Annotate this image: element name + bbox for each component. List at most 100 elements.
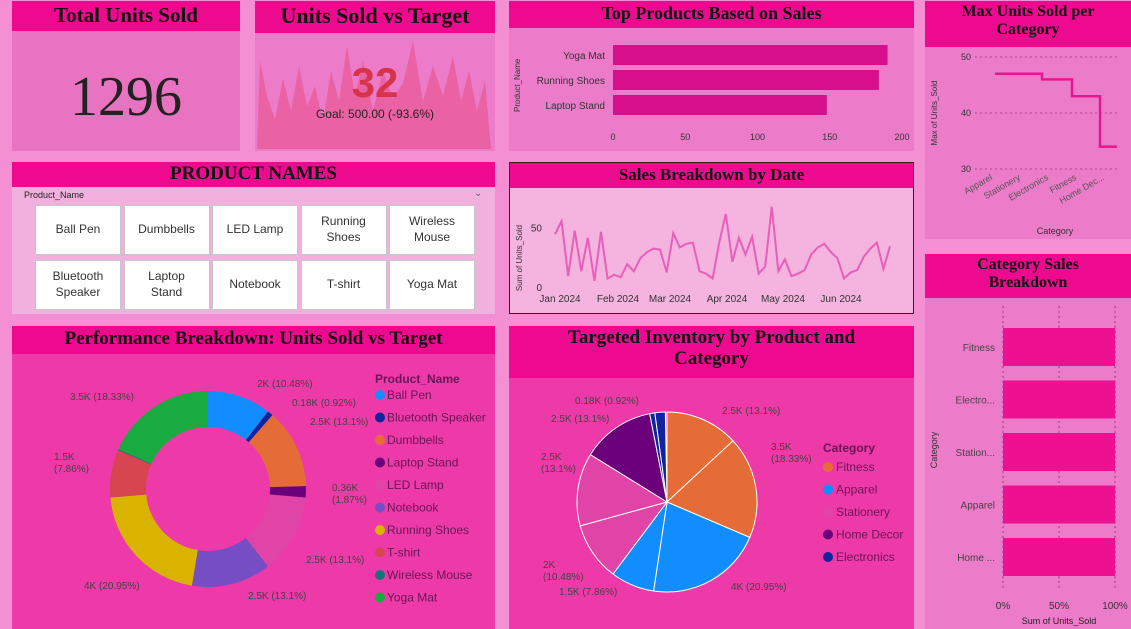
x-axis-label: Category	[1037, 226, 1074, 236]
x-tick-label: Apr 2024	[707, 294, 748, 305]
legend-item[interactable]: LED Lamp	[387, 478, 444, 492]
legend-marker	[823, 484, 833, 495]
y-axis-label: Max of Units_Sold	[930, 81, 939, 146]
legend-title: Product_Name	[375, 372, 460, 386]
bar[interactable]	[1003, 328, 1115, 366]
legend-marker	[375, 457, 385, 468]
gauge-goal: Goal: 500.00 (-93.6%)	[315, 107, 435, 121]
slicer-item[interactable]: Wireless Mouse	[389, 205, 475, 255]
slicer-item[interactable]: T-shirt	[300, 260, 387, 310]
slicer-item[interactable]: Dumbbells	[123, 205, 210, 255]
bar-category-label: Laptop Stand	[546, 101, 606, 112]
legend-item[interactable]: Dumbbells	[387, 433, 444, 447]
legend-item[interactable]: Wireless Mouse	[387, 568, 473, 582]
y-tick-label: 30	[961, 164, 971, 174]
inventory-pie-chart: 2.5K (13.1%) 3.5K(18.33%) 4K (20.95%) 1.5K …	[541, 396, 903, 598]
legend-marker	[823, 507, 833, 517]
data-label: 2K (10.48%)	[257, 379, 313, 390]
x-axis-label: Sum of Units_Sold	[1022, 616, 1097, 626]
legend-item[interactable]: Notebook	[387, 501, 439, 515]
bar[interactable]	[1003, 538, 1115, 576]
slicer-field-label: Product_Name	[24, 190, 85, 200]
sales-line[interactable]	[554, 206, 891, 281]
bar[interactable]	[1003, 485, 1115, 524]
y-tick-label: 50	[961, 52, 971, 62]
performance-title: Performance Breakdown: Units Sold vs Tar…	[12, 326, 495, 354]
slicer-item[interactable]: Running Shoes	[300, 205, 387, 255]
data-label: (7.86%)	[54, 464, 89, 475]
gauge-card: Units Sold vs Target 32 Goal: 500.00 (-9…	[255, 1, 495, 151]
data-label: 3.5K	[771, 442, 792, 453]
y-axis-label: Sum of Units_Sold	[515, 225, 524, 291]
top-products-chart: Yoga Mat Running Shoes Laptop Stand 0 50 100 1…	[513, 45, 910, 142]
slicer-item[interactable]: Bluetooth Speaker	[35, 260, 121, 310]
legend-title: Category	[823, 441, 875, 455]
top-products-title: Top Products Based on Sales	[509, 1, 914, 28]
legend-item[interactable]: Laptop Stand	[387, 456, 458, 470]
inventory-title: Targeted Inventory by Product and Catego…	[509, 326, 914, 378]
x-tick-label: 100	[750, 132, 765, 142]
total-units-value: 1296	[70, 66, 182, 128]
data-label: 1.5K	[54, 452, 75, 463]
max-units-card: Max Units Sold per Category 50 40 30 Appare…	[925, 1, 1131, 239]
top-products-card: Top Products Based on Sales Yoga Mat Runn…	[509, 1, 914, 151]
bar[interactable]	[613, 70, 879, 90]
bar-category-label: Home ...	[957, 553, 995, 564]
x-tick-label: Mar 2024	[649, 294, 692, 305]
data-label: 1.5K (7.86%)	[559, 587, 617, 598]
legend-marker	[375, 547, 385, 558]
data-label: 2.5K (13.1%)	[306, 555, 364, 566]
legend-marker	[823, 529, 833, 540]
legend-marker	[375, 525, 385, 535]
bar-category-label: Running Shoes	[537, 76, 605, 87]
slicer-item[interactable]: Laptop Stand	[123, 260, 210, 310]
slicer-item[interactable]: Ball Pen	[35, 205, 121, 255]
chevron-down-icon[interactable]: ⌄	[474, 188, 482, 199]
legend-item[interactable]: Electronics	[836, 550, 895, 564]
data-label: (10.48%)	[543, 572, 584, 583]
y-tick-label: 0	[536, 283, 542, 294]
data-label: (18.33%)	[771, 454, 812, 465]
bar-category-label: Fitness	[963, 343, 995, 354]
legend-marker	[375, 592, 385, 603]
legend-item[interactable]: T-shirt	[387, 546, 421, 560]
performance-donut-chart: 2K (10.48%) 0.18K (0.92%) 2.5K (13.1%) 0.36…	[54, 372, 486, 605]
legend-marker	[375, 390, 385, 400]
legend-item[interactable]: Stationery	[836, 505, 890, 519]
x-tick-label: Feb 2024	[597, 294, 640, 305]
slicer-item[interactable]: LED Lamp	[212, 205, 298, 255]
x-tick-label: 0	[610, 132, 615, 142]
total-units-title: Total Units Sold	[12, 1, 240, 31]
data-label: 2.5K	[541, 452, 562, 463]
sales-line-chart: 50 0Jan 2024 Feb 2024 Mar 2024 Apr 2024 May 2…	[515, 206, 891, 305]
slicer-item[interactable]: Yoga Mat	[389, 260, 475, 310]
legend-item[interactable]: Ball Pen	[387, 388, 432, 402]
legend-marker	[375, 570, 385, 580]
legend-item[interactable]: Running Shoes	[387, 523, 469, 537]
donut-slice[interactable]	[110, 494, 198, 586]
bar-category-label: Apparel	[961, 501, 995, 512]
data-label: 4K (20.95%)	[84, 581, 140, 592]
y-tick-label: 50	[531, 223, 543, 234]
data-label: 0.18K (0.92%)	[575, 396, 639, 407]
gauge-value: 32	[351, 59, 399, 106]
x-tick-label: 200	[894, 132, 909, 142]
bar[interactable]	[1003, 380, 1115, 419]
slicer-item[interactable]: Notebook	[212, 260, 298, 310]
legend-item[interactable]: Bluetooth Speaker	[387, 411, 486, 425]
bar[interactable]	[613, 45, 888, 65]
data-label: 2.5K (13.1%)	[722, 406, 780, 417]
legend-item[interactable]: Fitness	[836, 460, 875, 474]
bar-category-label: Electro...	[956, 396, 995, 407]
step-line[interactable]	[995, 72, 1117, 148]
legend-item[interactable]: Home Decor	[836, 528, 903, 542]
legend-item[interactable]: Apparel	[836, 483, 877, 497]
bar[interactable]	[613, 95, 827, 115]
legend-marker	[375, 412, 385, 423]
performance-card: Performance Breakdown: Units Sold vs Tar…	[12, 326, 495, 629]
bar-category-label: Station...	[956, 448, 995, 459]
legend-item[interactable]: Yoga Mat	[387, 591, 438, 605]
bar[interactable]	[1003, 433, 1115, 471]
category-sales-chart: Fitness Electro... Station... Apparel Home .…	[929, 306, 1128, 626]
x-tick-label: 50%	[1049, 601, 1069, 612]
